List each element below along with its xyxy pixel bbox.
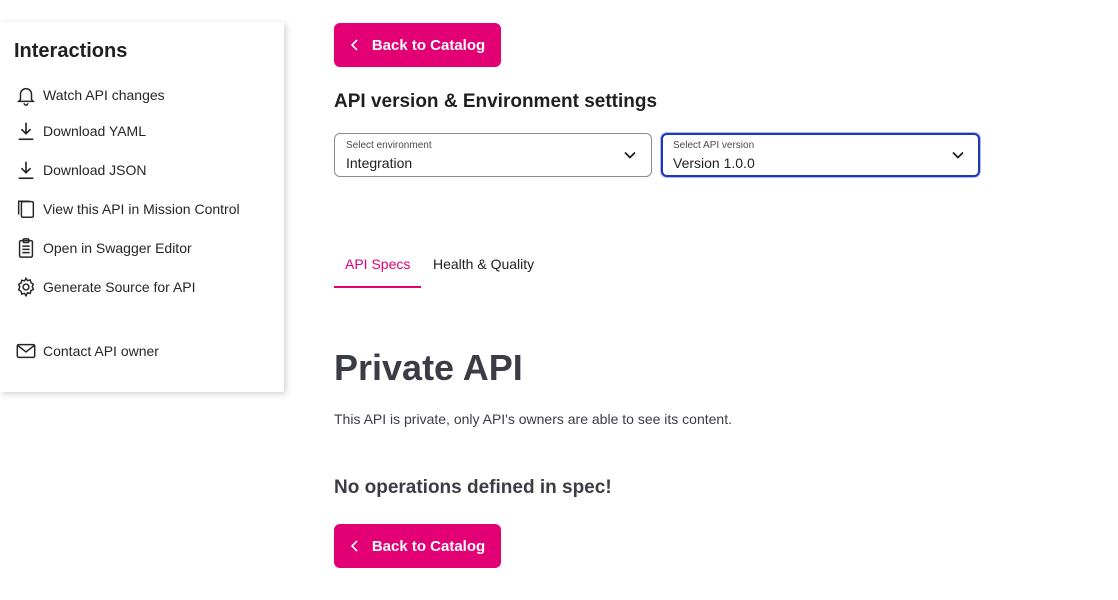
private-api-description: This API is private, only API's owners a… (334, 411, 732, 427)
api-version-select-value: Version 1.0.0 (673, 155, 755, 171)
back-to-catalog-label: Back to Catalog (371, 36, 486, 54)
chevron-left-icon (350, 39, 360, 51)
copy-icon (14, 197, 38, 221)
back-to-catalog-button-top[interactable]: Back to Catalog (334, 23, 501, 67)
back-to-catalog-button-bottom[interactable]: Back to Catalog (334, 524, 501, 568)
tab-health-quality[interactable]: Health & Quality (433, 250, 534, 288)
clipboard-icon (14, 236, 38, 260)
generate-source-label: Generate Source for API (43, 279, 196, 295)
view-in-mission-control-label: View this API in Mission Control (43, 201, 240, 217)
environment-select-label: Select environment (346, 140, 432, 151)
download-yaml-label: Download YAML (43, 123, 146, 139)
api-version-select[interactable]: Select API version Version 1.0.0 (661, 133, 980, 177)
download-yaml-link[interactable]: Download YAML (14, 119, 146, 143)
page: Interactions Watch API changes Download … (0, 0, 1118, 600)
back-to-catalog-label: Back to Catalog (371, 537, 486, 555)
settings-title: API version & Environment settings (334, 91, 658, 112)
no-operations-message: No operations defined in spec! (334, 477, 612, 498)
contact-api-owner-link[interactable]: Contact API owner (14, 339, 159, 363)
mail-icon (14, 339, 38, 363)
chevron-down-icon (623, 148, 637, 167)
generate-source-link[interactable]: Generate Source for API (14, 275, 196, 299)
open-swagger-editor-link[interactable]: Open in Swagger Editor (14, 236, 192, 260)
chevron-down-icon (951, 148, 965, 167)
contact-api-owner-label: Contact API owner (43, 343, 159, 359)
environment-select[interactable]: Select environment Integration (334, 133, 652, 177)
watch-api-changes-label: Watch API changes (43, 87, 165, 103)
interactions-title: Interactions (14, 40, 128, 62)
watch-api-changes-link[interactable]: Watch API changes (14, 83, 165, 107)
view-in-mission-control-link[interactable]: View this API in Mission Control (14, 197, 240, 221)
tab-api-specs[interactable]: API Specs (334, 250, 422, 288)
chevron-left-icon (350, 540, 360, 552)
download-json-label: Download JSON (43, 162, 147, 178)
open-swagger-editor-label: Open in Swagger Editor (43, 240, 192, 256)
gear-icon (14, 275, 38, 299)
bell-icon (14, 83, 38, 107)
api-version-select-label: Select API version (673, 140, 755, 151)
download-icon (14, 119, 38, 143)
download-json-link[interactable]: Download JSON (14, 158, 147, 182)
download-icon (14, 158, 38, 182)
private-api-heading: Private API (334, 347, 523, 388)
environment-select-value: Integration (346, 155, 413, 171)
